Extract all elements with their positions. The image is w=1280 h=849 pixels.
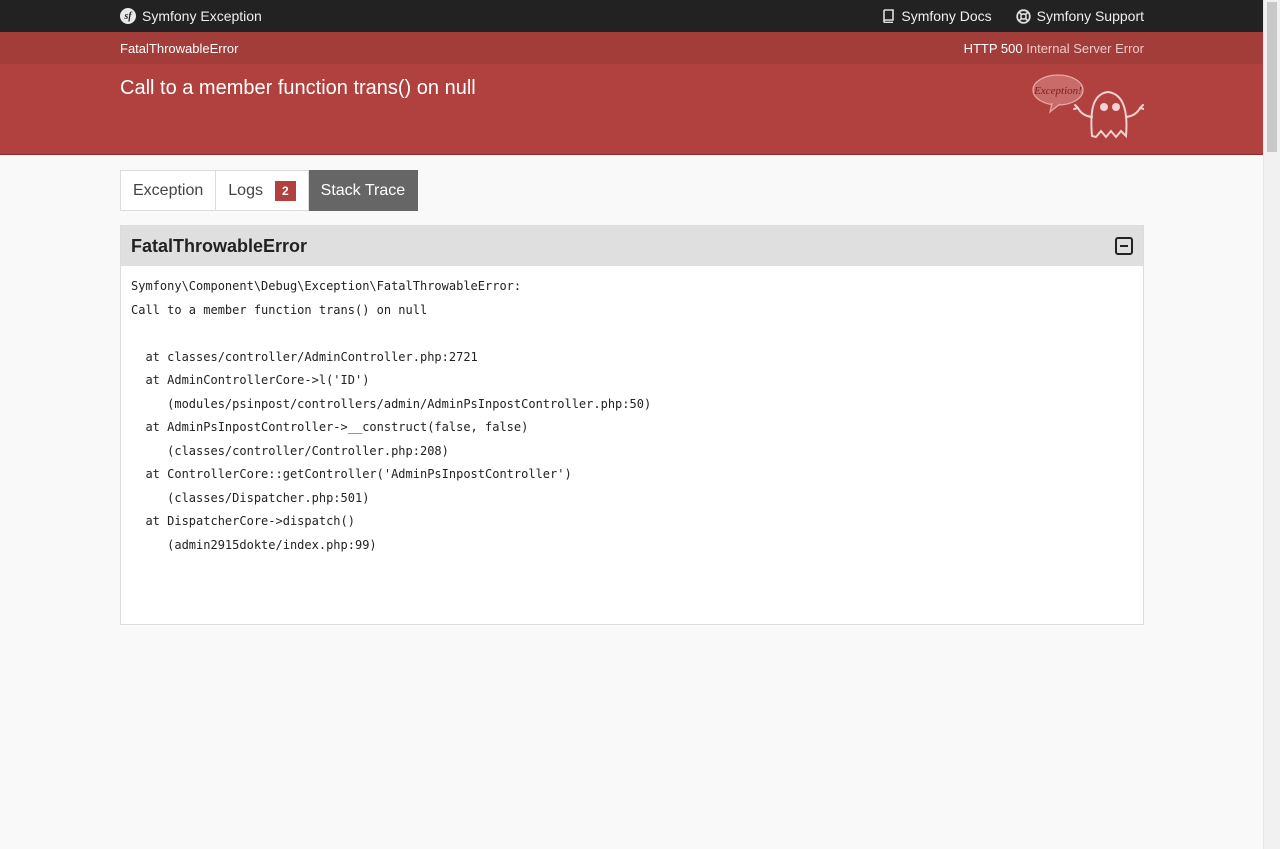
status-text: Internal Server Error — [1026, 40, 1144, 56]
page: sf Symfony Exception Symfony Docs Symfon… — [0, 0, 1263, 849]
trace-line: at AdminControllerCore->l('ID') — [131, 373, 370, 387]
exception-summary: FatalThrowableError HTTP 500 Internal Se… — [0, 32, 1263, 155]
topbar: sf Symfony Exception Symfony Docs Symfon… — [0, 0, 1263, 32]
stack-trace-text: Symfony\Component\Debug\Exception\FatalT… — [121, 266, 1143, 560]
trace-line: Call to a member function trans() on nul… — [131, 302, 428, 317]
exception-class: FatalThrowableError — [120, 40, 239, 56]
stack-trace-panel: FatalThrowableError Symfony\Component\De… — [120, 225, 1144, 625]
trace-line: at ControllerCore::getController('AdminP… — [131, 467, 572, 481]
trace-line: (admin2915dokte/index.php:99) — [131, 537, 377, 552]
symfony-support-link[interactable]: Symfony Support — [1015, 8, 1144, 24]
svg-text:Exception!: Exception! — [1033, 85, 1082, 97]
trace-line: Symfony\Component\Debug\Exception\FatalT… — [131, 279, 522, 293]
trace-line: (modules/psinpost/controllers/admin/Admi… — [131, 396, 652, 411]
exception-message: Call to a member function trans() on nul… — [120, 77, 476, 99]
brand[interactable]: sf Symfony Exception — [120, 8, 262, 24]
scrollbar-thumb[interactable] — [1267, 2, 1277, 152]
tab-label: Stack Trace — [320, 181, 406, 199]
trace-line: at DispatcherCore->dispatch() — [131, 514, 355, 528]
trace-line: at AdminPsInpostController->__construct(… — [131, 420, 529, 434]
tab-logs[interactable]: Logs 2 — [216, 170, 309, 211]
lifebuoy-icon — [1015, 8, 1031, 24]
panel-title: FatalThrowableError — [131, 235, 308, 256]
panel-header[interactable]: FatalThrowableError — [121, 226, 1143, 266]
tab-label: Logs — [228, 181, 263, 199]
trace-line: (classes/controller/Controller.php:208) — [131, 443, 449, 458]
trace-line: (classes/Dispatcher.php:501) — [131, 490, 370, 505]
trace-blank-line — [131, 325, 1133, 349]
brand-label: Symfony Exception — [142, 8, 262, 24]
exception-subbar: FatalThrowableError HTTP 500 Internal Se… — [0, 32, 1263, 64]
collapse-toggle-icon[interactable] — [1115, 237, 1133, 255]
http-status: HTTP 500 Internal Server Error — [964, 41, 1144, 56]
book-icon — [882, 9, 895, 23]
tab-label: Exception — [133, 181, 204, 199]
support-label: Symfony Support — [1036, 8, 1144, 24]
tab-stack-trace[interactable]: Stack Trace — [308, 170, 419, 211]
tab-bar: Exception Logs 2 Stack Trace — [120, 170, 1144, 211]
symfony-logo-icon: sf — [120, 8, 136, 24]
logs-count-badge: 2 — [274, 180, 296, 201]
ghost-illustration: Exception! — [1032, 72, 1145, 147]
status-code: HTTP 500 — [963, 40, 1023, 56]
tab-exception[interactable]: Exception — [120, 170, 217, 211]
trace-line: at classes/controller/AdminController.ph… — [131, 349, 478, 364]
symfony-docs-link[interactable]: Symfony Docs — [882, 8, 992, 24]
docs-label: Symfony Docs — [901, 8, 992, 24]
vertical-scrollbar[interactable] — [1263, 0, 1280, 849]
